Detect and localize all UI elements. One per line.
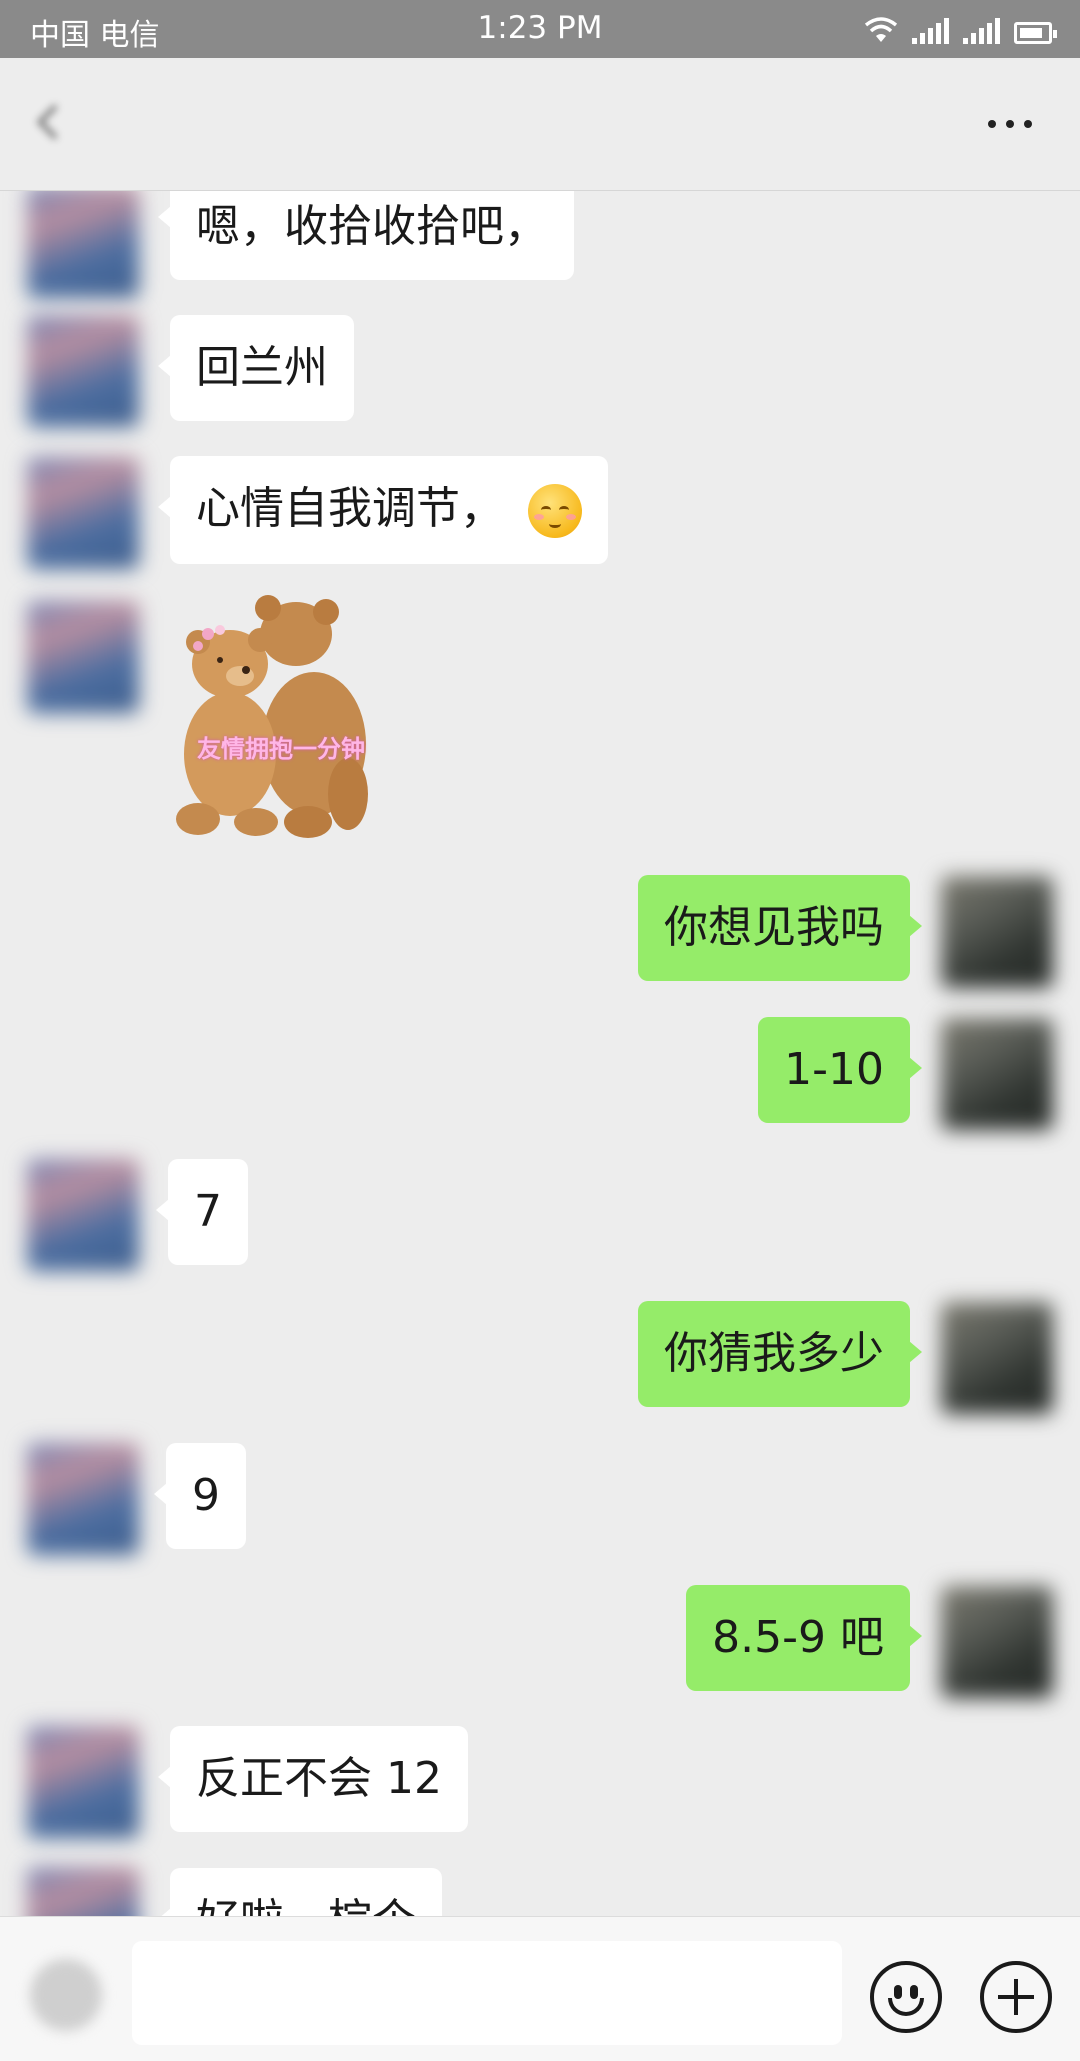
message-bubble-incoming[interactable]: 好啦，棕个 [158, 1868, 442, 1916]
message-bubble-outgoing[interactable]: 1-10 [758, 1017, 922, 1123]
contact-avatar[interactable] [27, 601, 139, 713]
message-bubble-incoming[interactable]: 回兰州 [158, 315, 354, 421]
contact-avatar[interactable] [27, 1159, 139, 1271]
emoji-icon[interactable] [870, 1961, 942, 2033]
message-text: 好啦，棕个 [196, 1895, 416, 1916]
message-text: 9 [192, 1470, 220, 1521]
my-avatar[interactable] [941, 1586, 1053, 1698]
message-bubble-incoming[interactable]: 心情自我调节， [158, 456, 608, 564]
signal-icon-1 [912, 18, 949, 44]
message-text: 8.5-9 吧 [712, 1612, 884, 1663]
wifi-icon [864, 17, 898, 42]
teddy-bears-hug-icon [176, 595, 368, 838]
message-text: 7 [194, 1186, 222, 1237]
message-input[interactable] [132, 1941, 842, 2045]
blushing-smile-emoji-icon [528, 484, 582, 538]
message-bubble-outgoing[interactable]: 8.5-9 吧 [686, 1585, 922, 1691]
message-text: 反正不会 12 [196, 1753, 442, 1804]
message-text: 你猜我多少 [664, 1328, 884, 1379]
contact-avatar[interactable] [27, 191, 139, 298]
message-bubble-incoming[interactable]: 嗯，收拾收拾吧， [158, 191, 574, 280]
sticker-caption: 友情拥抱一分钟 [197, 735, 365, 763]
message-bubble-incoming[interactable]: 反正不会 12 [158, 1726, 468, 1832]
message-bubble-incoming[interactable]: 7 [156, 1159, 248, 1265]
status-bar: 中国 电信 1:23 PM [0, 0, 1080, 58]
more-icon[interactable] [988, 120, 1032, 128]
message-text: 你想见我吗 [664, 902, 884, 953]
input-bar [0, 1916, 1080, 2061]
my-avatar[interactable] [941, 1302, 1053, 1414]
sticker-image[interactable]: 友情拥抱一分钟 [168, 594, 394, 840]
message-text: 回兰州 [196, 342, 328, 393]
contact-avatar[interactable] [27, 315, 139, 427]
message-bubble-outgoing[interactable]: 你想见我吗 [638, 875, 922, 981]
message-text: 嗯，收拾收拾吧， [196, 201, 548, 252]
my-avatar[interactable] [941, 876, 1053, 988]
contact-avatar[interactable] [27, 1867, 139, 1916]
message-bubble-incoming[interactable]: 9 [154, 1443, 246, 1549]
contact-avatar[interactable] [27, 1726, 139, 1838]
message-bubble-outgoing[interactable]: 你猜我多少 [638, 1301, 922, 1407]
status-icons [864, 14, 1057, 44]
contact-avatar[interactable] [27, 1443, 139, 1555]
message-list[interactable]: 嗯，收拾收拾吧， 回兰州 心情自我调节， 友情拥抱一分钟 你想见我吗 1-10 … [0, 191, 1080, 1916]
message-text: 心情自我调节， [196, 483, 504, 534]
back-arrow-icon[interactable] [30, 102, 70, 142]
battery-icon [1014, 22, 1057, 44]
chat-header [0, 58, 1080, 191]
message-text: 1-10 [784, 1044, 884, 1095]
contact-avatar[interactable] [27, 457, 139, 569]
plus-icon[interactable] [980, 1961, 1052, 2033]
signal-icon-2 [963, 18, 1000, 44]
voice-icon[interactable] [30, 1959, 102, 2031]
my-avatar[interactable] [941, 1018, 1053, 1130]
